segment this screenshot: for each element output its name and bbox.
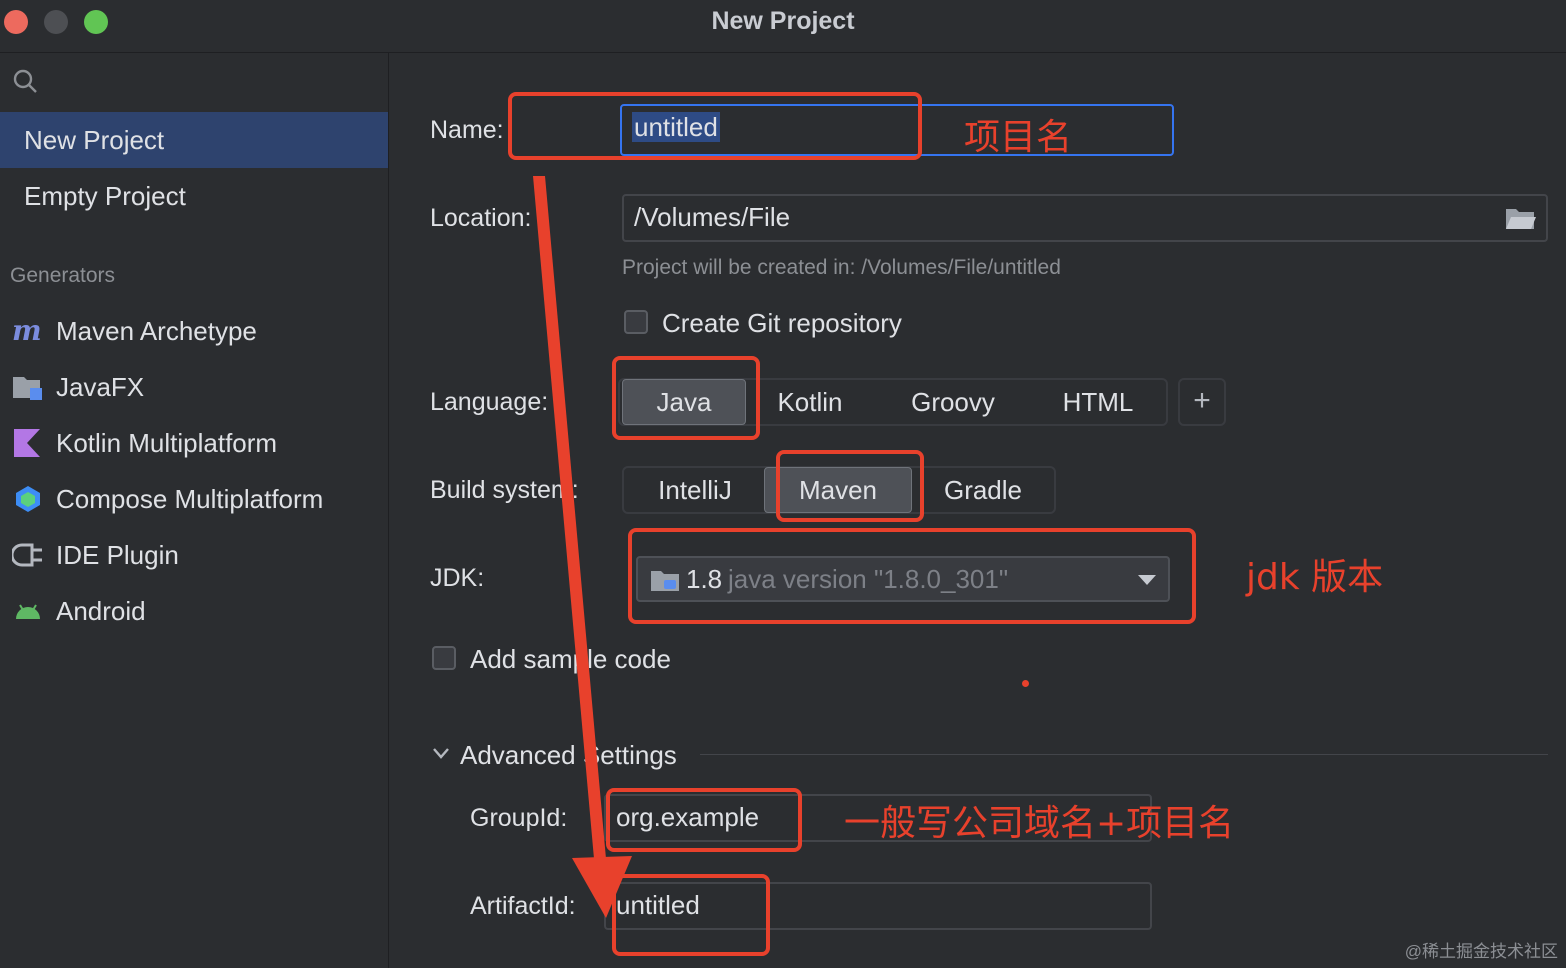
language-option-html[interactable]: HTML bbox=[1030, 380, 1166, 424]
language-label: Language: bbox=[430, 388, 549, 416]
advanced-divider bbox=[700, 754, 1548, 755]
create-git-checkbox[interactable] bbox=[624, 310, 648, 334]
sidebar-item-label: JavaFX bbox=[56, 372, 145, 402]
add-sample-code-label: Add sample code bbox=[470, 644, 671, 674]
add-sample-code-checkbox[interactable] bbox=[432, 646, 456, 670]
location-label: Location: bbox=[430, 204, 532, 232]
annotation-name-note: 项目名 bbox=[964, 117, 1073, 158]
android-icon bbox=[16, 604, 40, 619]
browse-folder-icon[interactable] bbox=[1504, 206, 1536, 232]
annotation-box-groupid bbox=[606, 788, 802, 852]
location-hint: Project will be created in: /Volumes/Fil… bbox=[622, 256, 1061, 279]
annotation-box-artifactid bbox=[612, 874, 770, 956]
sidebar-item-label: Android bbox=[56, 596, 146, 626]
jdk-label: JDK: bbox=[430, 564, 485, 592]
location-field[interactable]: /Volumes/File bbox=[622, 194, 1548, 242]
annotation-group-note: 一般写公司域名+项目名 bbox=[844, 803, 1235, 844]
svg-text:m: m bbox=[12, 317, 42, 345]
javafx-icon bbox=[13, 377, 42, 400]
language-option-kotlin[interactable]: Kotlin bbox=[750, 380, 870, 424]
sidebar-item-new-project[interactable]: New Project bbox=[0, 112, 388, 168]
compose-icon bbox=[16, 486, 40, 512]
sidebar-item-label: Maven Archetype bbox=[56, 316, 257, 346]
add-language-button[interactable]: + bbox=[1178, 378, 1226, 426]
sidebar-item-label: Compose Multiplatform bbox=[56, 484, 324, 514]
build-option-intellij[interactable]: IntelliJ bbox=[626, 468, 764, 512]
sidebar-item-maven-archetype[interactable]: m Maven Archetype bbox=[0, 303, 388, 359]
artifactid-label: ArtifactId: bbox=[470, 892, 576, 920]
annotation-box-name bbox=[508, 92, 922, 160]
annotation-box-jdk bbox=[628, 528, 1196, 624]
plugin-icon bbox=[12, 543, 42, 567]
sidebar-item-label: IDE Plugin bbox=[56, 540, 179, 570]
watermark: @稀土掘金技术社区 bbox=[1404, 942, 1558, 961]
language-option-groovy[interactable]: Groovy bbox=[880, 380, 1026, 424]
annotation-box-java bbox=[612, 356, 760, 440]
create-git-label: Create Git repository bbox=[662, 308, 902, 338]
annotation-jdk-note: jdk 版本 bbox=[1246, 557, 1384, 598]
sidebar-item-label: Kotlin Multiplatform bbox=[56, 428, 278, 458]
sidebar-item-empty-project[interactable]: Empty Project bbox=[0, 168, 388, 224]
advanced-settings-toggle[interactable]: Advanced Settings bbox=[460, 740, 677, 771]
sidebar-item-kotlin-multiplatform[interactable]: Kotlin Multiplatform bbox=[0, 415, 388, 471]
sidebar-item-android[interactable]: Android bbox=[0, 583, 388, 639]
generators-section-label: Generators bbox=[10, 264, 116, 287]
sidebar-item-label: Empty Project bbox=[24, 181, 186, 211]
build-option-gradle[interactable]: Gradle bbox=[914, 468, 1052, 512]
window-title: New Project bbox=[711, 7, 855, 35]
sidebar-item-javafx[interactable]: JavaFX bbox=[0, 359, 388, 415]
groupid-label: GroupId: bbox=[470, 804, 568, 832]
sidebar-item-label: New Project bbox=[24, 125, 165, 155]
chevron-down-icon[interactable] bbox=[432, 746, 450, 760]
annotation-dot bbox=[1022, 680, 1029, 687]
kotlin-icon bbox=[14, 429, 40, 457]
location-value: /Volumes/File bbox=[634, 202, 791, 232]
sidebar-item-compose-multiplatform[interactable]: Compose Multiplatform bbox=[0, 471, 388, 527]
search-icon[interactable] bbox=[12, 68, 38, 94]
annotation-box-maven bbox=[776, 450, 924, 522]
name-label: Name: bbox=[430, 116, 504, 144]
maven-icon: m bbox=[12, 317, 42, 345]
build-system-label: Build system: bbox=[430, 476, 579, 504]
sidebar-item-ide-plugin[interactable]: IDE Plugin bbox=[0, 527, 388, 583]
